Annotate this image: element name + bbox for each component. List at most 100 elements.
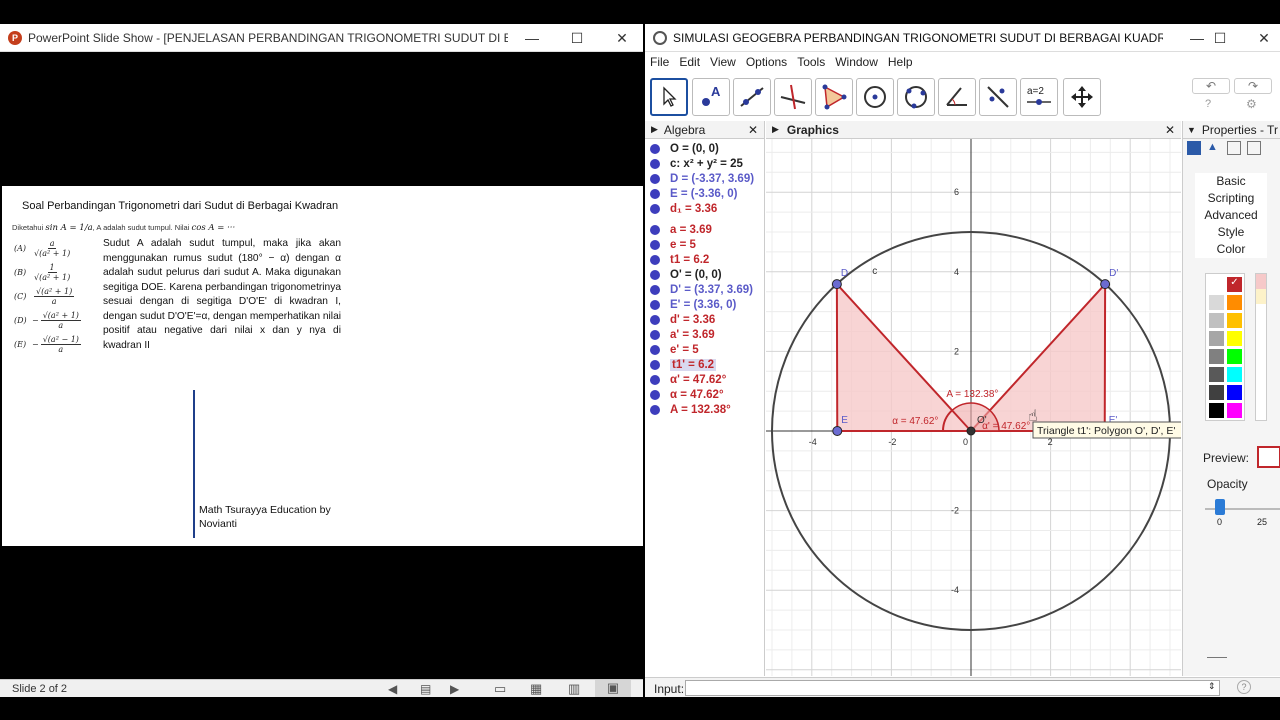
gg-close-button[interactable]: ✕ xyxy=(1242,24,1280,52)
color-swatch[interactable] xyxy=(1209,403,1224,418)
visibility-toggle-icon[interactable] xyxy=(650,359,660,370)
algebra-item[interactable]: O' = (0, 0) xyxy=(645,267,764,282)
color-swatch[interactable] xyxy=(1227,331,1242,346)
menu-help[interactable]: Help xyxy=(888,55,913,69)
next-slide-icon[interactable]: ▶ xyxy=(450,682,459,696)
slideshow-view-icon[interactable]: ▣ xyxy=(595,680,631,697)
previous-slide-icon[interactable]: ◀ xyxy=(388,682,397,696)
tool-reflect[interactable] xyxy=(979,78,1017,116)
algebra-item[interactable]: α' = 47.62° xyxy=(645,372,764,387)
properties-tab-advanced[interactable]: Advanced xyxy=(1195,207,1267,224)
tool-circle-three-points[interactable] xyxy=(897,78,935,116)
tool-circle[interactable] xyxy=(856,78,894,116)
algebra-item[interactable]: a = 3.69 xyxy=(645,222,764,237)
algebra-item[interactable]: a' = 3.69 xyxy=(645,327,764,342)
visibility-toggle-icon[interactable] xyxy=(650,329,660,340)
color-swatch[interactable] xyxy=(1209,295,1224,310)
slide-sorter-icon[interactable]: ▦ xyxy=(530,681,542,697)
opacity-slider-thumb[interactable] xyxy=(1215,499,1225,515)
visibility-toggle-icon[interactable] xyxy=(650,389,660,400)
advanced-props-icon[interactable] xyxy=(1247,141,1261,155)
color-swatch[interactable] xyxy=(1209,367,1224,382)
point-o-prime[interactable] xyxy=(966,426,976,436)
algebra-item[interactable]: α = 47.62° xyxy=(645,387,764,402)
color-swatch[interactable] xyxy=(1227,403,1242,418)
layout-props-icon[interactable] xyxy=(1227,141,1241,155)
tool-slider[interactable]: a=2 xyxy=(1020,78,1058,116)
color-swatch[interactable] xyxy=(1209,313,1224,328)
settings-gear-icon[interactable]: ⚙ xyxy=(1246,97,1257,111)
properties-tab-color[interactable]: Color xyxy=(1195,241,1267,258)
visibility-toggle-icon[interactable] xyxy=(650,404,660,415)
redo-button[interactable]: ↷ xyxy=(1234,78,1272,94)
help-icon[interactable]: ? xyxy=(1205,98,1211,110)
tool-point[interactable]: A xyxy=(692,78,730,116)
undo-button[interactable]: ↶ xyxy=(1192,78,1230,94)
algebra-item[interactable]: O = (0, 0) xyxy=(645,141,764,156)
normal-view-icon[interactable]: ▭ xyxy=(494,681,506,697)
visibility-toggle-icon[interactable] xyxy=(650,314,660,325)
menu-tools[interactable]: Tools xyxy=(797,55,825,69)
algebra-item[interactable]: D' = (3.37, 3.69) xyxy=(645,282,764,297)
minimize-button[interactable]: — xyxy=(510,24,554,52)
color-swatch[interactable] xyxy=(1209,277,1224,292)
visibility-toggle-icon[interactable] xyxy=(650,269,660,280)
color-swatch[interactable] xyxy=(1227,385,1242,400)
graphics-collapse-icon[interactable]: ▶ xyxy=(772,124,779,135)
graphics-canvas[interactable]: -4 -2 0 2642-2-4cA = 132.38°α = 47.62° α' = … xyxy=(766,139,1181,676)
algebra-collapse-icon[interactable]: ▶ xyxy=(651,124,658,135)
algebra-item[interactable]: D = (-3.37, 3.69) xyxy=(645,171,764,186)
menu-window[interactable]: Window xyxy=(835,55,878,69)
slide-menu-icon[interactable]: ▤ xyxy=(420,682,431,696)
input-field[interactable] xyxy=(685,680,1220,696)
properties-collapse-icon[interactable]: ▼ xyxy=(1187,125,1196,135)
point-d-prime[interactable] xyxy=(1100,279,1111,290)
tool-move-graphics[interactable] xyxy=(1063,78,1101,116)
visibility-toggle-icon[interactable] xyxy=(650,224,660,235)
menu-options[interactable]: Options xyxy=(746,55,787,69)
tool-angle[interactable] xyxy=(938,78,976,116)
algebra-item[interactable]: A = 132.38° xyxy=(645,402,764,417)
properties-tab-basic[interactable]: Basic xyxy=(1195,173,1267,190)
visibility-toggle-icon[interactable] xyxy=(650,203,660,214)
color-swatch[interactable] xyxy=(1227,295,1242,310)
color-swatch[interactable] xyxy=(1227,313,1242,328)
tool-move[interactable] xyxy=(650,78,688,116)
visibility-toggle-icon[interactable] xyxy=(650,284,660,295)
visibility-toggle-icon[interactable] xyxy=(650,239,660,250)
algebra-item[interactable]: E' = (3.36, 0) xyxy=(645,297,764,312)
objects-props-icon[interactable]: ▲ xyxy=(1207,141,1221,155)
algebra-item[interactable]: t1 = 6.2 xyxy=(645,252,764,267)
reading-view-icon[interactable]: ▥ xyxy=(568,681,580,697)
color-swatch[interactable] xyxy=(1209,349,1224,364)
menu-view[interactable]: View xyxy=(710,55,736,69)
menu-edit[interactable]: Edit xyxy=(679,55,700,69)
properties-tab-style[interactable]: Style xyxy=(1195,224,1267,241)
graphics-close-icon[interactable]: ✕ xyxy=(1165,123,1175,137)
maximize-button[interactable]: ☐ xyxy=(555,24,599,52)
graphics-props-icon[interactable] xyxy=(1187,141,1201,155)
visibility-toggle-icon[interactable] xyxy=(650,299,660,310)
algebra-item[interactable]: c: x² + y² = 25 xyxy=(645,156,764,171)
algebra-item[interactable]: e' = 5 xyxy=(645,342,764,357)
visibility-toggle-icon[interactable] xyxy=(650,254,660,265)
algebra-close-icon[interactable]: ✕ xyxy=(748,123,758,137)
color-swatch[interactable] xyxy=(1227,367,1242,382)
properties-tab-scripting[interactable]: Scripting xyxy=(1195,190,1267,207)
tool-polygon[interactable] xyxy=(815,78,853,116)
visibility-toggle-icon[interactable] xyxy=(650,374,660,385)
close-button[interactable]: ✕ xyxy=(600,24,644,52)
visibility-toggle-icon[interactable] xyxy=(650,173,660,184)
gg-maximize-button[interactable]: ☐ xyxy=(1198,24,1242,52)
algebra-item[interactable]: d' = 3.36 xyxy=(645,312,764,327)
menu-file[interactable]: File xyxy=(650,55,669,69)
input-dropdown-icon[interactable]: ⇕ xyxy=(1208,681,1216,692)
visibility-toggle-icon[interactable] xyxy=(650,143,660,154)
point-e[interactable] xyxy=(832,426,843,436)
visibility-toggle-icon[interactable] xyxy=(650,158,660,169)
input-help-icon[interactable]: ? xyxy=(1237,680,1251,694)
algebra-item[interactable]: E = (-3.36, 0) xyxy=(645,186,764,201)
color-swatch[interactable] xyxy=(1209,385,1224,400)
tool-line[interactable] xyxy=(733,78,771,116)
algebra-item[interactable]: e = 5 xyxy=(645,237,764,252)
